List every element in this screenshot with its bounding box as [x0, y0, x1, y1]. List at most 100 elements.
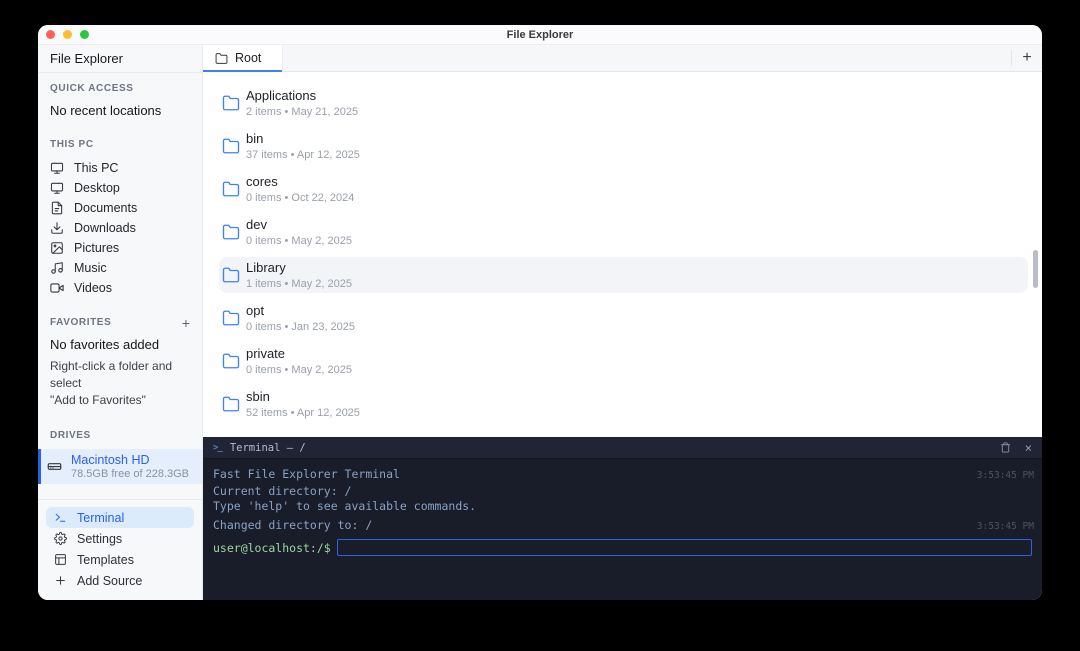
sidebar-item-label: Music — [74, 261, 107, 275]
file-name: cores — [246, 175, 354, 189]
file-row-bin[interactable]: bin 37 items • Apr 12, 2025 — [219, 128, 1028, 164]
folder-icon — [222, 352, 240, 370]
sidebar-item-label: Add Source — [77, 574, 142, 588]
scrollbar-thumb[interactable] — [1033, 250, 1038, 288]
favorites-section-label: FAVORITES — [50, 317, 111, 328]
terminal-line-text: Changed directory to: / — [213, 518, 372, 534]
document-icon — [50, 201, 64, 215]
quick-access-section-label: QUICK ACCESS — [50, 83, 190, 94]
terminal-prompt-icon: >_ — [213, 443, 222, 453]
trash-icon[interactable] — [1000, 442, 1011, 453]
sidebar-app-title: File Explorer — [38, 45, 202, 73]
favorites-empty-text: No favorites added — [50, 337, 190, 352]
templates-icon — [54, 553, 67, 566]
file-row-cores[interactable]: cores 0 items • Oct 22, 2024 — [219, 171, 1028, 207]
sidebar-item-downloads[interactable]: Downloads — [50, 218, 190, 238]
sidebar-item-label: Pictures — [74, 241, 119, 255]
file-meta: 0 items • May 2, 2025 — [246, 364, 352, 376]
terminal-line: Fast File Explorer Terminal 3:53:45 PM — [213, 467, 1034, 484]
add-favorite-button[interactable]: + — [182, 318, 190, 328]
drive-item-macintosh-hd[interactable]: Macintosh HD78.5GB free of 228.3GB — [38, 449, 202, 484]
sidebar-item-label: Settings — [77, 532, 122, 546]
file-meta: 2 items • May 21, 2025 — [246, 106, 358, 118]
sidebar-item-label: This PC — [74, 161, 118, 175]
sidebar-item-desktop[interactable]: Desktop — [50, 178, 190, 198]
sidebar-item-this-pc[interactable]: This PC — [50, 158, 190, 178]
terminal-line-text: Fast File Explorer Terminal — [213, 467, 400, 483]
favorites-hint-line1: Right-click a folder and select — [50, 358, 190, 392]
sidebar-scroll-area: QUICK ACCESS No recent locations THIS PC… — [38, 73, 202, 499]
terminal-timestamp: 3:53:45 PM — [977, 468, 1034, 484]
titlebar: File Explorer — [38, 25, 1042, 45]
sidebar-item-label: Downloads — [74, 221, 136, 235]
sidebar-item-pictures[interactable]: Pictures — [50, 238, 190, 258]
favorites-header: FAVORITES + — [50, 317, 190, 328]
sidebar-item-videos[interactable]: Videos — [50, 278, 190, 298]
sidebar-item-music[interactable]: Music — [50, 258, 190, 278]
file-explorer-window: File Explorer File Explorer QUICK ACCESS… — [38, 25, 1042, 600]
sidebar-item-templates[interactable]: Templates — [46, 549, 194, 570]
hard-drive-icon — [47, 459, 62, 474]
plus-icon — [54, 574, 67, 587]
favorites-hint-line2: "Add to Favorites" — [50, 392, 190, 409]
terminal-input[interactable] — [337, 539, 1032, 556]
file-meta: 0 items • Oct 22, 2024 — [246, 192, 354, 204]
tab-bar-spacer — [283, 45, 1011, 71]
sidebar-item-add-source[interactable]: Add Source — [46, 570, 194, 591]
folder-icon — [222, 223, 240, 241]
drive-capacity: 78.5GB free of 228.3GB — [71, 468, 189, 480]
file-name: opt — [246, 304, 355, 318]
folder-icon — [222, 180, 240, 198]
terminal-prompt: user@localhost:/$ — [213, 541, 331, 555]
this-pc-section-label: THIS PC — [50, 139, 190, 150]
file-row-library[interactable]: Library1 items • May 2, 2025 — [219, 257, 1028, 293]
file-name: dev — [246, 218, 352, 232]
tab-label: Root — [235, 51, 261, 65]
sidebar-item-label: Terminal — [77, 511, 124, 525]
terminal-body: Fast File Explorer Terminal3:53:45 PMCur… — [203, 459, 1042, 600]
sidebar-item-terminal[interactable]: Terminal — [46, 507, 194, 528]
sidebar-item-label: Documents — [74, 201, 137, 215]
file-row-applications[interactable]: Applications 2 items • May 21, 2025 — [219, 85, 1028, 121]
terminal-prompt-row: user@localhost:/$ — [213, 539, 1034, 556]
main-area: Root + Applications 2 items • May 21, 202… — [203, 45, 1042, 600]
terminal-timestamp: 3:53:45 PM — [977, 519, 1034, 535]
image-icon — [50, 241, 64, 255]
file-meta: 1 items • May 2, 2025 — [246, 278, 352, 290]
folder-icon — [222, 137, 240, 155]
drives-list: Macintosh HD78.5GB free of 228.3GB — [50, 449, 190, 484]
sidebar-footer-nav: Terminal Settings Templates Add Source — [38, 499, 202, 600]
sidebar-item-settings[interactable]: Settings — [46, 528, 194, 549]
sidebar-item-documents[interactable]: Documents — [50, 198, 190, 218]
terminal-actions: × — [1000, 442, 1032, 454]
file-meta: 0 items • May 2, 2025 — [246, 235, 352, 247]
music-icon — [50, 261, 64, 275]
tab-root[interactable]: Root — [203, 45, 283, 71]
file-list: Applications 2 items • May 21, 2025 bin 37 … — [203, 72, 1042, 437]
close-terminal-icon[interactable]: × — [1025, 442, 1032, 454]
terminal-title: Terminal — / — [230, 442, 306, 454]
terminal-panel: >_ Terminal — / × Fast File Explorer Ter… — [203, 437, 1042, 600]
file-name: bin — [246, 132, 360, 146]
monitor-icon — [50, 161, 64, 175]
terminal-line: Current directory: / — [213, 484, 1034, 500]
file-row-system[interactable]: System — [219, 429, 1028, 437]
file-row-private[interactable]: private0 items • May 2, 2025 — [219, 343, 1028, 379]
this-pc-list: This PC Desktop Documents Downloads Pictures… — [50, 158, 190, 298]
file-meta: 52 items • Apr 12, 2025 — [246, 407, 360, 419]
terminal-line-text: Type 'help' to see available commands. — [213, 499, 476, 515]
file-name: sbin — [246, 390, 360, 404]
favorites-hint: Right-click a folder and select "Add to … — [50, 358, 190, 409]
file-meta: 0 items • Jan 23, 2025 — [246, 321, 355, 333]
file-row-sbin[interactable]: sbin 52 items • Apr 12, 2025 — [219, 386, 1028, 422]
file-row-opt[interactable]: opt 0 items • Jan 23, 2025 — [219, 300, 1028, 336]
file-row-dev[interactable]: dev 0 items • May 2, 2025 — [219, 214, 1028, 250]
window-content: File Explorer QUICK ACCESS No recent loc… — [38, 45, 1042, 600]
drive-name: Macintosh HD — [71, 453, 189, 467]
new-tab-button[interactable]: + — [1012, 45, 1042, 71]
terminal-header: >_ Terminal — / × — [203, 437, 1042, 459]
file-name: Applications — [246, 89, 358, 103]
terminal-line: Type 'help' to see available commands. — [213, 499, 1034, 515]
terminal-output: Fast File Explorer Terminal3:53:45 PMCur… — [213, 467, 1034, 534]
file-meta: 37 items • Apr 12, 2025 — [246, 149, 360, 161]
